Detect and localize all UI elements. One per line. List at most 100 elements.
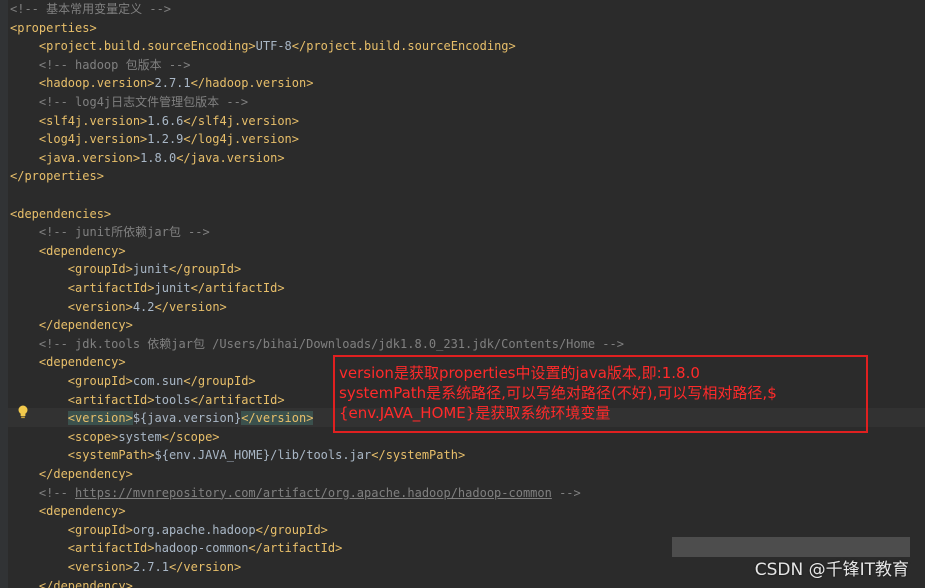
code-line[interactable]: <version>2.7.1</version> bbox=[10, 558, 241, 577]
code-token: </project.build.sourceEncoding> bbox=[291, 39, 516, 54]
code-token: </version> bbox=[168, 560, 242, 574]
code-line[interactable]: <scope>system</scope> bbox=[10, 428, 220, 447]
code-line[interactable]: <artifactId>tools</artifactId> bbox=[10, 391, 285, 410]
code-line[interactable]: <artifactId>junit</artifactId> bbox=[10, 279, 285, 298]
code-line[interactable]: <slf4j.version>1.6.6</slf4j.version> bbox=[10, 112, 299, 131]
code-token: <groupId> bbox=[67, 522, 133, 537]
code-token: --> bbox=[551, 485, 581, 500]
code-token: </scope> bbox=[161, 429, 220, 444]
code-token: </artifactId> bbox=[248, 541, 343, 556]
code-token: https://mvnrepository.com/artifact/org.a… bbox=[75, 485, 552, 500]
code-line[interactable]: <dependency> bbox=[10, 502, 126, 521]
code-line[interactable]: <artifactId>hadoop-common</artifactId> bbox=[10, 539, 343, 558]
code-token: <version> bbox=[67, 299, 133, 314]
editor-gutter bbox=[0, 0, 8, 588]
code-token: <!-- 基本常用变量定义 --> bbox=[10, 2, 172, 16]
code-line[interactable]: <project.build.sourceEncoding>UTF-8</pro… bbox=[10, 37, 516, 56]
code-line[interactable]: <groupId>org.apache.hadoop</groupId> bbox=[10, 521, 328, 540]
code-token: <!-- bbox=[38, 485, 76, 500]
code-token: </dependency> bbox=[38, 467, 133, 481]
code-token: </groupId> bbox=[168, 262, 242, 277]
code-line[interactable]: <!-- jdk.tools 依赖jar包 /Users/bihai/Downl… bbox=[10, 335, 624, 354]
code-line[interactable]: </properties> bbox=[10, 167, 104, 186]
code-line[interactable]: <version>4.2</version> bbox=[10, 298, 227, 317]
code-line[interactable]: <!-- https://mvnrepository.com/artifact/… bbox=[10, 484, 581, 503]
code-line[interactable]: </dependency> bbox=[10, 316, 133, 335]
code-token: <java.version> bbox=[38, 150, 141, 165]
code-line[interactable]: <dependency> bbox=[10, 353, 126, 372]
code-line[interactable]: <!-- 基本常用变量定义 --> bbox=[10, 0, 171, 19]
code-token: <dependency> bbox=[38, 504, 126, 519]
code-line[interactable]: <properties> bbox=[10, 19, 97, 38]
code-token: <scope> bbox=[67, 429, 119, 444]
code-line[interactable]: </dependency> bbox=[10, 465, 133, 484]
code-token: <log4j.version> bbox=[38, 132, 148, 147]
code-token: 2.7.1 bbox=[132, 560, 169, 574]
code-token: </version> bbox=[241, 411, 314, 426]
code-line[interactable]: <java.version>1.8.0</java.version> bbox=[10, 149, 285, 168]
code-token: junit bbox=[154, 281, 191, 295]
code-token: junit bbox=[132, 262, 169, 277]
code-line[interactable]: <!-- junit所依赖jar包 --> bbox=[10, 223, 210, 242]
code-token: </properties> bbox=[10, 169, 104, 184]
annotation-box: version是获取properties中设置的java版本,即:1.8.0 s… bbox=[333, 355, 868, 433]
code-token: <artifactId> bbox=[67, 392, 155, 407]
code-token: </slf4j.version> bbox=[183, 113, 299, 128]
annotation-line-2: systemPath是系统路径,可以写绝对路径(不好),可以写相对路径,$ bbox=[339, 384, 777, 402]
code-line[interactable]: </dependency> bbox=[10, 577, 133, 588]
code-line[interactable]: <groupId>com.sun</groupId> bbox=[10, 372, 256, 391]
code-line[interactable]: <version>${java.version}</version> bbox=[10, 409, 314, 428]
code-line[interactable]: <groupId>junit</groupId> bbox=[10, 260, 241, 279]
code-line[interactable]: <!-- log4j日志文件管理包版本 --> bbox=[10, 93, 248, 112]
blurred-region bbox=[672, 537, 910, 557]
code-token: <version> bbox=[67, 411, 133, 426]
code-line[interactable]: <log4j.version>1.2.9</log4j.version> bbox=[10, 130, 299, 149]
code-token: <!-- junit所依赖jar包 --> bbox=[38, 225, 210, 240]
code-token: </hadoop.version> bbox=[190, 76, 314, 91]
code-line[interactable]: <dependency> bbox=[10, 242, 126, 261]
code-line[interactable]: <systemPath>${env.JAVA_HOME}/lib/tools.j… bbox=[10, 446, 465, 465]
code-line[interactable]: <hadoop.version>2.7.1</hadoop.version> bbox=[10, 74, 314, 93]
code-token: <version> bbox=[67, 560, 133, 574]
code-token: </dependency> bbox=[38, 578, 133, 588]
code-line[interactable]: <dependencies> bbox=[10, 205, 111, 224]
code-editor[interactable]: <!-- 基本常用变量定义 --> <properties> <project.b… bbox=[0, 0, 925, 588]
code-token: 2.7.1 bbox=[154, 76, 191, 91]
code-token: </groupId> bbox=[255, 522, 328, 537]
code-token: <groupId> bbox=[67, 374, 133, 388]
code-token: 4.2 bbox=[132, 299, 155, 314]
code-token: <dependencies> bbox=[10, 206, 112, 221]
code-token: </dependency> bbox=[38, 318, 133, 333]
code-token: </groupId> bbox=[183, 374, 256, 388]
lightbulb-icon[interactable] bbox=[17, 405, 29, 419]
code-token: tools bbox=[154, 392, 191, 407]
code-token: org.apache.hadoop bbox=[132, 522, 256, 537]
code-token: <groupId> bbox=[67, 262, 133, 277]
code-token: <hadoop.version> bbox=[38, 76, 155, 91]
code-token: <systemPath> bbox=[67, 448, 155, 463]
code-token: 1.6.6 bbox=[147, 113, 184, 128]
code-token: </java.version> bbox=[176, 150, 285, 165]
code-token: <!-- jdk.tools 依赖jar包 /Users/bihai/Downl… bbox=[38, 336, 624, 351]
code-line[interactable]: <!-- hadoop 包版本 --> bbox=[10, 56, 191, 75]
code-token: <dependency> bbox=[38, 355, 126, 370]
